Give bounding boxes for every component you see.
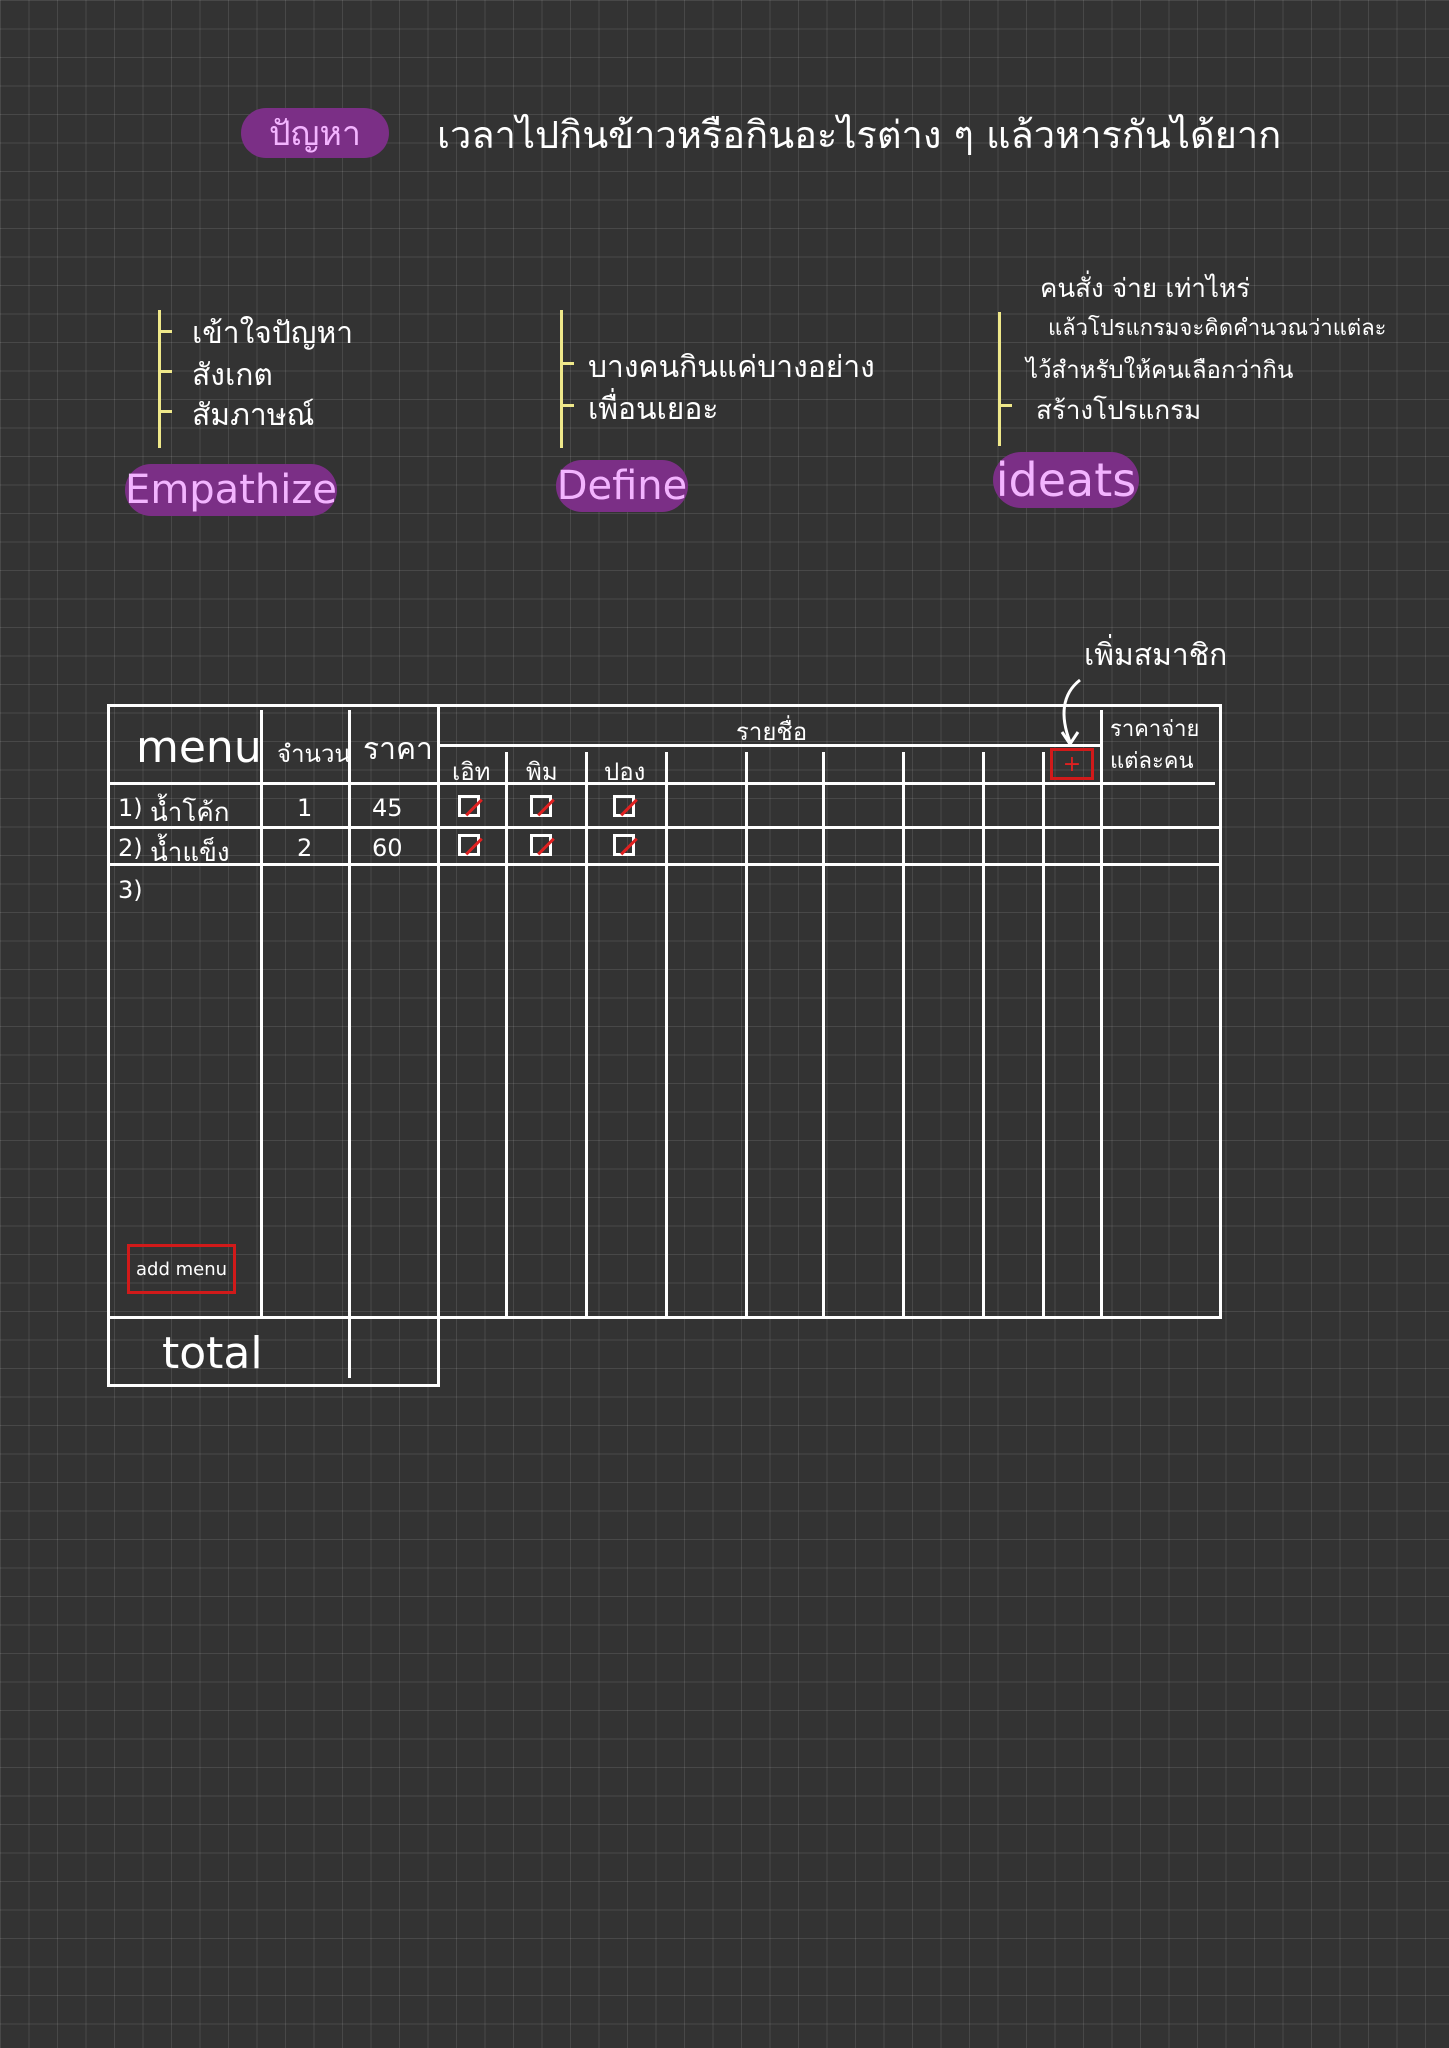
col-divider-member bbox=[1042, 752, 1045, 1318]
plus-icon: + bbox=[1062, 751, 1082, 777]
table-border-right bbox=[1219, 704, 1222, 1319]
col-divider-qty bbox=[348, 710, 351, 1378]
col-divider-per-person bbox=[1100, 710, 1103, 1316]
ideate-item: ไว้สำหรับให้คนเลือกว่ากิน bbox=[1026, 356, 1294, 384]
total-label: total bbox=[162, 1328, 263, 1379]
define-label: Define bbox=[556, 460, 688, 512]
member-name: เอิท bbox=[452, 758, 491, 786]
ideate-label-text: ideats bbox=[995, 453, 1137, 507]
ideate-label: ideats bbox=[993, 452, 1139, 508]
col-divider-member bbox=[585, 752, 588, 1318]
table-border-left bbox=[107, 704, 110, 1387]
ideate-bracket-tick bbox=[998, 404, 1012, 407]
ideate-item: คนสั่ง จ่าย เท่าไหร่ bbox=[1040, 274, 1251, 304]
total-row-bottom bbox=[107, 1384, 440, 1387]
define-item: บางคนกินแค่บางอย่าง bbox=[588, 350, 875, 385]
define-bracket bbox=[560, 310, 563, 448]
menu-price: 60 bbox=[372, 834, 403, 862]
empathize-item: เข้าใจปัญหา bbox=[192, 316, 354, 351]
member-name: ปอง bbox=[604, 758, 646, 786]
col-divider-member bbox=[505, 752, 508, 1318]
empathize-bracket-tick bbox=[158, 410, 172, 413]
row-number: 2) bbox=[118, 834, 143, 862]
member-name: พิม bbox=[526, 758, 558, 786]
define-bracket-tick bbox=[560, 362, 574, 365]
header-per-person-text: ราคาจ่ายแต่ละคน bbox=[1110, 717, 1200, 774]
add-member-annotation: เพิ่มสมาชิก bbox=[1084, 638, 1228, 673]
add-menu-label: add menu bbox=[135, 1258, 228, 1280]
col-divider-member bbox=[982, 752, 985, 1318]
member-checkbox[interactable] bbox=[613, 795, 635, 817]
header-price: ราคา bbox=[363, 732, 433, 767]
empathize-bracket-tick bbox=[158, 330, 172, 333]
annotation-arrow-icon bbox=[1060, 678, 1081, 747]
col-divider-member bbox=[745, 752, 748, 1318]
problem-tag-text: ปัญหา bbox=[268, 114, 362, 154]
col-divider-menu bbox=[260, 710, 263, 1318]
ideate-item: แล้วโปรแกรมจะคิดคำนวณว่าแต่ละ bbox=[1048, 316, 1387, 341]
menu-price: 45 bbox=[372, 794, 403, 822]
member-checkbox[interactable] bbox=[458, 834, 480, 856]
member-checkbox[interactable] bbox=[530, 834, 552, 856]
header-menu: menu bbox=[136, 722, 262, 773]
col-divider-member bbox=[822, 752, 825, 1318]
header-names: รายชื่อ bbox=[736, 718, 808, 746]
member-checkbox[interactable] bbox=[530, 795, 552, 817]
problem-tag: ปัญหา bbox=[241, 108, 389, 158]
col-divider-member bbox=[902, 752, 905, 1318]
header-bottom-line bbox=[107, 782, 1215, 785]
menu-item: น้ำโค้ก bbox=[150, 798, 230, 828]
header-qty: จำนวน bbox=[277, 740, 351, 768]
add-member-button[interactable]: + bbox=[1050, 748, 1094, 780]
member-checkbox[interactable] bbox=[613, 834, 635, 856]
empathize-bracket-tick bbox=[158, 370, 172, 373]
menu-item: น้ำแข็ง bbox=[150, 838, 230, 868]
empathize-label-text: Empathize bbox=[125, 467, 337, 513]
empathize-item: สัมภาษณ์ bbox=[192, 398, 315, 433]
menu-qty: 1 bbox=[297, 794, 313, 822]
problem-statement: เวลาไปกินข้าวหรือกินอะไรต่าง ๆ แล้วหารกั… bbox=[437, 113, 1282, 157]
row-number: 3) bbox=[118, 876, 143, 904]
add-menu-button[interactable]: add menu bbox=[127, 1244, 236, 1294]
row-number: 1) bbox=[118, 794, 143, 822]
menu-qty: 2 bbox=[297, 834, 313, 862]
define-label-text: Define bbox=[556, 463, 688, 509]
ideate-bracket bbox=[998, 312, 1001, 446]
empathize-label: Empathize bbox=[125, 464, 337, 516]
define-bracket-tick bbox=[560, 404, 574, 407]
member-checkbox[interactable] bbox=[458, 795, 480, 817]
define-item: เพื่อนเยอะ bbox=[588, 392, 719, 427]
col-divider-member bbox=[665, 752, 668, 1318]
table-border-top bbox=[107, 704, 1222, 707]
ideate-item: สร้างโปรแกรม bbox=[1036, 396, 1202, 426]
header-per-person: ราคาจ่ายแต่ละคน bbox=[1110, 714, 1214, 778]
col-divider-price bbox=[437, 704, 440, 1387]
